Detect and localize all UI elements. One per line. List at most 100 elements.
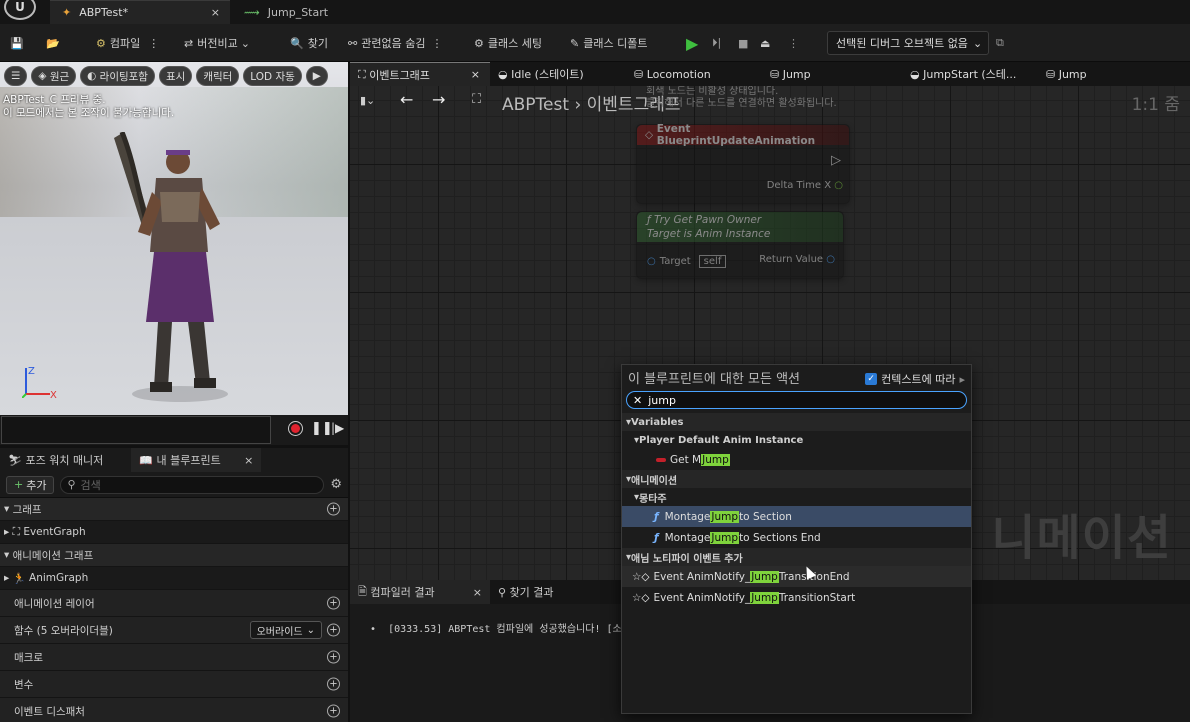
more-options-icon[interactable]: ⋮ — [148, 37, 159, 50]
category-anim-layers[interactable]: 애니메이션 레이어 + — [0, 590, 348, 617]
override-dropdown[interactable]: 오버라이드 ⌄ — [249, 621, 322, 639]
save-button[interactable]: 💾 — [10, 32, 28, 54]
add-function-icon[interactable]: + — [327, 623, 340, 637]
settings-gear-icon[interactable]: ⚙ — [330, 477, 342, 492]
unreal-logo-icon[interactable]: U — [4, 0, 36, 20]
context-sensitive-toggle[interactable]: ✓ 컨텍스트에 따라 ▸ — [865, 371, 965, 387]
close-tab-icon[interactable]: × — [211, 6, 220, 19]
play-options-button[interactable]: ⋮ — [788, 32, 799, 54]
compile-button[interactable]: ⚙ 컴파일 ⋮ — [96, 32, 163, 54]
action-search-input[interactable]: ✕ jump — [626, 391, 967, 409]
action-category[interactable]: ▾ 애님 노티파이 이벤트 추가 — [622, 548, 971, 566]
clear-search-icon[interactable]: ✕ — [633, 394, 642, 407]
tab-pose-watch[interactable]: ⛷ 포즈 워치 매니저 — [0, 448, 111, 472]
tab-find-results[interactable]: ⚲ 찾기 결과 — [490, 580, 562, 604]
category-dispatchers[interactable]: 이벤트 디스패처 + — [0, 698, 348, 722]
axis-x-label: X — [50, 390, 57, 398]
category-variables[interactable]: 변수 + — [0, 671, 348, 698]
action-category[interactable]: ▾ Variables — [622, 413, 971, 431]
state-icon: ◒ — [498, 67, 512, 81]
add-variable-icon[interactable]: + — [327, 677, 340, 691]
target-pin[interactable]: ○ Target self — [647, 255, 727, 268]
close-tab-icon[interactable]: × — [473, 586, 482, 599]
add-graph-icon[interactable]: + — [327, 502, 340, 516]
category-functions[interactable]: 함수 (5 오버라이더블) 오버라이드 ⌄ + — [0, 617, 348, 644]
category-macros[interactable]: 매크로 + — [0, 644, 348, 671]
object-pin-icon: ○ — [826, 254, 835, 265]
compiler-results-icon: 🗎 — [358, 584, 371, 598]
pause-button[interactable]: ❚❚ — [311, 421, 333, 436]
record-button[interactable] — [288, 421, 303, 436]
node-event-update-animation[interactable]: ◇ Event BlueprintUpdateAnimation ▷ Delta… — [636, 123, 850, 204]
class-defaults-button[interactable]: ✎ 클래스 디폴트 — [570, 32, 647, 54]
perspective-button[interactable]: ◈ 원근 — [31, 66, 77, 86]
step-button[interactable]: ⏵| — [712, 32, 721, 54]
class-settings-button[interactable]: ⚙ 클래스 세팅 — [474, 32, 542, 54]
lod-button[interactable]: LOD 자동 — [243, 66, 302, 86]
chevron-down-icon: ⌄ — [306, 624, 315, 636]
add-dispatcher-icon[interactable]: + — [327, 704, 340, 718]
play-button[interactable]: ▶ — [686, 32, 698, 54]
node-header: ƒ Try Get Pawn Owner Target is Anim Inst… — [637, 212, 843, 242]
step-forward-button[interactable]: |▶ — [331, 421, 344, 435]
breadcrumb-root[interactable]: ABPTest — [502, 95, 569, 115]
doc-tab-abptest[interactable]: ✦ ABPTest* × — [50, 0, 230, 24]
tab-my-blueprint[interactable]: 📖 내 블루프린트 × — [131, 448, 262, 472]
debug-filter-button[interactable]: ⧉ — [996, 32, 1004, 54]
diff-button[interactable]: ⇄ 버전비교 ⌄ — [184, 32, 254, 54]
add-layer-icon[interactable]: + — [327, 596, 340, 610]
main-toolbar: 💾 📂 ⚙ 컴파일 ⋮ ⇄ 버전비교 ⌄ 🔍 찾기 ⚯ 관련없음 숨김 ⋮ ⚙ … — [0, 24, 1190, 62]
graph-icon: ⛶ — [358, 67, 370, 81]
tab-jumpstart-state[interactable]: ◒ JumpStart (스테... — [910, 62, 1016, 86]
find-button[interactable]: 🔍 찾기 — [290, 32, 328, 54]
forward-arrow-icon[interactable]: → — [432, 90, 445, 109]
timeline-scrubber[interactable] — [1, 416, 271, 444]
list-item-eventgraph[interactable]: ▸ ⛶ EventGraph — [0, 521, 348, 544]
tab-jump-2[interactable]: ⛁ Jump — [1046, 62, 1087, 86]
viewport-info: ABPTest_C 프리뷰 중. 이 모드에서는 본 조작이 불가능합니다. — [3, 94, 174, 120]
character-button[interactable]: 캐릭터 — [196, 66, 240, 86]
action-subcategory[interactable]: ▾ Player Default Anim Instance — [622, 431, 971, 449]
character-label: 캐릭터 — [203, 70, 233, 83]
tab-locomotion[interactable]: ⛁ Locomotion — [634, 62, 711, 86]
lighting-button[interactable]: ◐ 라이팅포함 — [80, 66, 155, 86]
action-item[interactable]: Get M Jump — [622, 449, 971, 470]
action-subcategory[interactable]: ▾ 몽타주 — [622, 488, 971, 506]
more-options-icon[interactable]: ⋮ — [431, 37, 442, 50]
tab-idle-state[interactable]: ◒ Idle (스테이트) — [498, 62, 584, 86]
section-graphs[interactable]: ▾ 그래프 + — [0, 498, 348, 521]
action-item[interactable]: ƒ Montage Jump to Section — [622, 506, 971, 527]
action-item[interactable]: ƒ Montage Jump to Sections End — [622, 527, 971, 548]
tab-event-graph[interactable]: ⛶ 이벤트그래프 × — [350, 62, 490, 86]
tab-compiler-results[interactable]: 🗎 컴파일러 결과 × — [350, 580, 490, 604]
add-macro-icon[interactable]: + — [327, 650, 340, 664]
viewport-more-button[interactable]: ▶ — [305, 66, 328, 86]
search-input[interactable]: ⚲ 검색 — [60, 475, 325, 494]
category-label: Variables — [631, 416, 684, 428]
delta-time-pin[interactable]: Delta Time X ○ — [767, 180, 843, 191]
eject-button[interactable]: ⏏ — [760, 32, 770, 54]
exec-pin-icon[interactable]: ▷ — [831, 153, 841, 168]
add-button[interactable]: + 추가 — [6, 475, 55, 494]
tab-jump[interactable]: ⛁ Jump — [770, 62, 811, 86]
back-arrow-icon[interactable]: ← — [400, 90, 413, 109]
close-tab-icon[interactable]: × — [471, 68, 480, 81]
list-item-animgraph[interactable]: ▸ 🏃 AnimGraph — [0, 567, 348, 590]
section-anim-graph[interactable]: ▾ 애니메이션 그래프 — [0, 544, 348, 567]
action-category[interactable]: ▾ 애니메이션 — [622, 470, 971, 488]
action-item[interactable]: ☆ ◇ Event AnimNotify_ Jump TransitionEnd — [622, 566, 971, 587]
browse-button[interactable]: 📂 — [46, 32, 64, 54]
viewport-menu-button[interactable]: ☰ — [4, 66, 28, 86]
stop-button[interactable]: ■ — [738, 32, 748, 54]
preview-viewport[interactable]: ☰ ◈ 원근 ◐ 라이팅포함 표시 캐릭터 LOD 자동 ▶ ABPTest_C… — [0, 62, 348, 415]
hide-unrelated-label: 관련없음 숨김 — [361, 37, 426, 50]
close-tab-icon[interactable]: × — [244, 454, 253, 467]
debug-object-select[interactable]: 선택된 디버그 오브젝트 없음 ⌄ — [827, 31, 989, 55]
hide-unrelated-button[interactable]: ⚯ 관련없음 숨김 ⋮ — [348, 32, 446, 54]
doc-tab-jump-start[interactable]: ⟿ Jump_Start — [236, 0, 356, 24]
bookmark-icon[interactable]: ▮⌄ — [360, 94, 375, 107]
show-button[interactable]: 표시 — [158, 66, 193, 86]
action-item[interactable]: ☆ ◇ Event AnimNotify_ Jump TransitionStart — [622, 587, 971, 608]
return-value-pin[interactable]: Return Value ○ — [759, 254, 835, 265]
node-try-get-pawn-owner[interactable]: ƒ Try Get Pawn Owner Target is Anim Inst… — [636, 211, 844, 279]
